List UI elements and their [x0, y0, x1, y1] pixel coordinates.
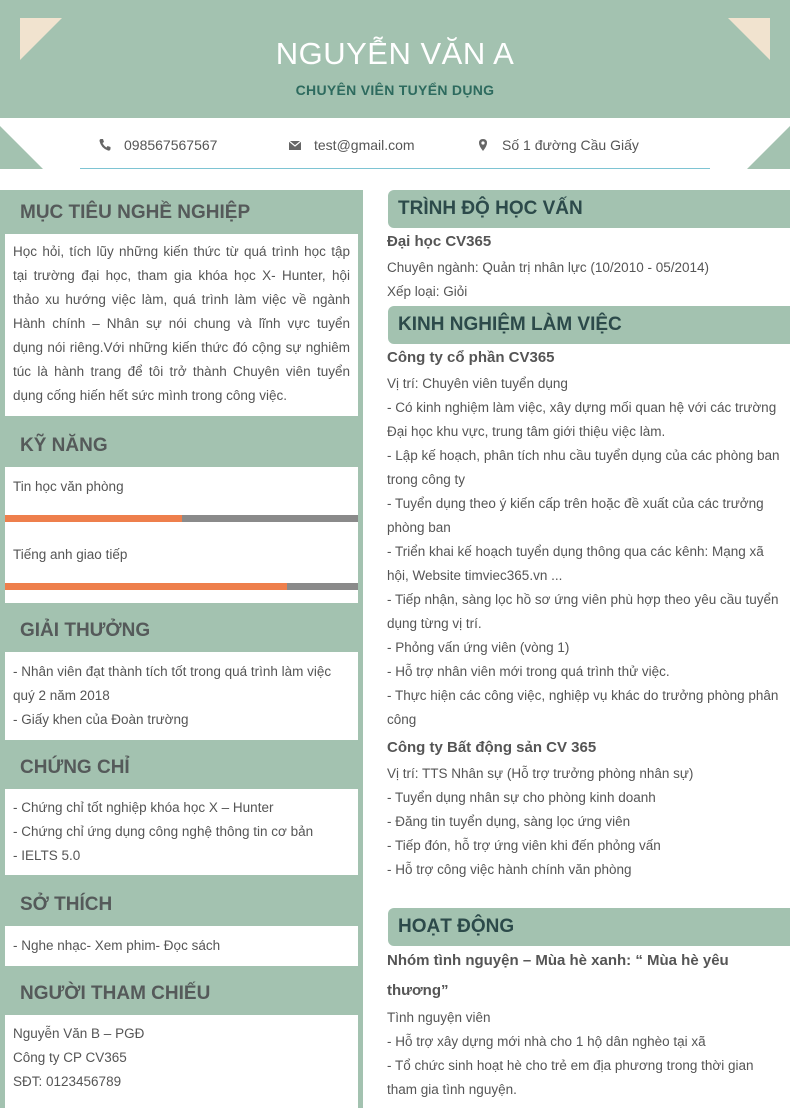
header-banner: NGUYỄN VĂN A CHUYÊN VIÊN TUYỂN DỤNG — [0, 0, 790, 118]
objective-text: Học hỏi, tích lũy những kiến thức từ quá… — [13, 244, 350, 403]
hobbies-box: - Nghe nhạc- Xem phim- Đọc sách — [5, 926, 358, 966]
education-rank: Xếp loại: Giỏi — [387, 284, 468, 299]
skill-bar-fill — [5, 583, 288, 590]
phone-text: 098567567567 — [124, 137, 218, 153]
skills-heading: KỸ NĂNG — [20, 435, 108, 456]
skill-bar-fill — [5, 515, 182, 522]
company-name: Công ty cổ phần CV365 — [387, 349, 555, 366]
references-heading: NGƯỜI THAM CHIẾU — [20, 983, 211, 1004]
skills-box: Tin học văn phòng Tiếng anh giao tiếp — [5, 467, 358, 603]
skill-bar — [5, 515, 358, 522]
contact-divider — [80, 168, 710, 169]
experience-heading: KINH NGHIỆM LÀM VIỆC — [388, 306, 790, 344]
school-name: Đại học CV365 — [387, 233, 492, 250]
skill-name: Tiếng anh giao tiếp — [13, 547, 128, 562]
award-item: - Nhân viên đạt thành tích tốt trong quá… — [13, 664, 332, 703]
mail-icon — [288, 138, 302, 152]
certificates-box: - Chứng chỉ tốt nghiệp khóa học X – Hunt… — [5, 789, 358, 875]
activities-section: Nhóm tình nguyện – Mùa hè xanh: “ Mùa hè… — [387, 946, 787, 1102]
job-line: - Triển khai kế hoạch tuyển dụng thông q… — [387, 544, 764, 583]
education-heading: TRÌNH ĐỘ HỌC VẤN — [388, 190, 790, 228]
job-line: - Đăng tin tuyển dụng, sàng lọc ứng viên — [387, 814, 631, 829]
contact-corner-right — [747, 126, 790, 169]
job-line: - Hỗ trợ nhân viên mới trong quá trình t… — [387, 664, 670, 679]
job-line: - Tuyển dụng theo ý kiến cấp trên hoặc đ… — [387, 496, 764, 535]
contact-corner-left — [0, 126, 43, 169]
reference-line: Công ty CP CV365 — [13, 1050, 127, 1065]
job-line: - Tuyển dụng nhân sự cho phòng kinh doan… — [387, 790, 656, 805]
activity-line: - Hỗ trợ xây dựng mới nhà cho 1 hộ dân n… — [387, 1034, 706, 1049]
objective-box: Học hỏi, tích lũy những kiến thức từ quá… — [5, 234, 358, 416]
candidate-title: CHUYÊN VIÊN TUYỂN DỤNG — [295, 82, 495, 98]
reference-line: Nguyễn Văn B – PGĐ — [13, 1026, 145, 1041]
email-text: test@gmail.com — [314, 137, 415, 153]
certificate-item: - IELTS 5.0 — [13, 848, 81, 863]
phone-icon — [98, 138, 112, 152]
certificates-heading: CHỨNG CHỈ — [20, 757, 130, 778]
contact-email: test@gmail.com — [288, 137, 415, 153]
certificate-item: - Chứng chỉ tốt nghiệp khóa học X – Hunt… — [13, 800, 274, 815]
reference-line: SĐT: 0123456789 — [13, 1074, 122, 1089]
job-line: - Có kinh nghiệm làm việc, xây dựng mối … — [387, 400, 777, 439]
job-line: - Phỏng vấn ứng viên (vòng 1) — [387, 640, 570, 655]
job-line: - Lập kế hoạch, phân tích nhu cầu tuyển … — [387, 448, 780, 487]
awards-box: - Nhân viên đạt thành tích tốt trong quá… — [5, 652, 358, 740]
objective-heading: MỤC TIÊU NGHỀ NGHIỆP — [20, 202, 251, 223]
location-icon — [476, 138, 490, 152]
job-line: - Tiếp đón, hỗ trợ ứng viên khi đến phỏn… — [387, 838, 661, 853]
certificate-item: - Chứng chỉ ứng dụng công nghệ thông tin… — [13, 824, 314, 839]
contact-address: Số 1 đường Cầu Giấy — [476, 137, 639, 153]
award-item: - Giấy khen của Đoàn trường — [13, 712, 189, 727]
education-major: Chuyên ngành: Quản trị nhân lực (10/2010… — [387, 260, 710, 275]
job-line: Vị trí: Chuyên viên tuyển dụng — [387, 376, 568, 391]
job-line: - Tiếp nhận, sàng lọc hồ sơ ứng viên phù… — [387, 592, 779, 631]
hobbies-text: - Nghe nhạc- Xem phim- Đọc sách — [13, 938, 221, 953]
education-section: Đại học CV365 Chuyên ngành: Quản trị nhâ… — [387, 230, 787, 304]
activity-line: - Tổ chức sinh hoạt hè cho trẻ em địa ph… — [387, 1058, 754, 1097]
hobbies-heading: SỞ THÍCH — [20, 894, 113, 915]
job-line: - Thực hiện các công việc, nghiệp vụ khá… — [387, 688, 779, 727]
activities-heading: HOẠT ĐỘNG — [388, 908, 790, 946]
skill-name: Tin học văn phòng — [13, 479, 124, 494]
company-name: Công ty Bất động sản CV 365 — [387, 739, 597, 756]
activity-org: Nhóm tình nguyện – Mùa hè xanh: “ Mùa hè… — [387, 952, 729, 999]
experience-section: Công ty cổ phần CV365 Vị trí: Chuyên viê… — [387, 346, 787, 882]
skill-bar — [5, 583, 358, 590]
address-text: Số 1 đường Cầu Giấy — [502, 137, 639, 153]
job-line: - Hỗ trợ công việc hành chính văn phòng — [387, 862, 632, 877]
activity-line: Tình nguyện viên — [387, 1010, 491, 1025]
job-line: Vị trí: TTS Nhân sự (Hỗ trợ trưởng phòng… — [387, 766, 694, 781]
candidate-name: NGUYỄN VĂN A — [275, 36, 515, 71]
awards-heading: GIẢI THƯỞNG — [20, 620, 151, 641]
contact-phone: 098567567567 — [98, 137, 217, 153]
references-box: Nguyễn Văn B – PGĐ Công ty CP CV365 SĐT:… — [5, 1015, 358, 1108]
